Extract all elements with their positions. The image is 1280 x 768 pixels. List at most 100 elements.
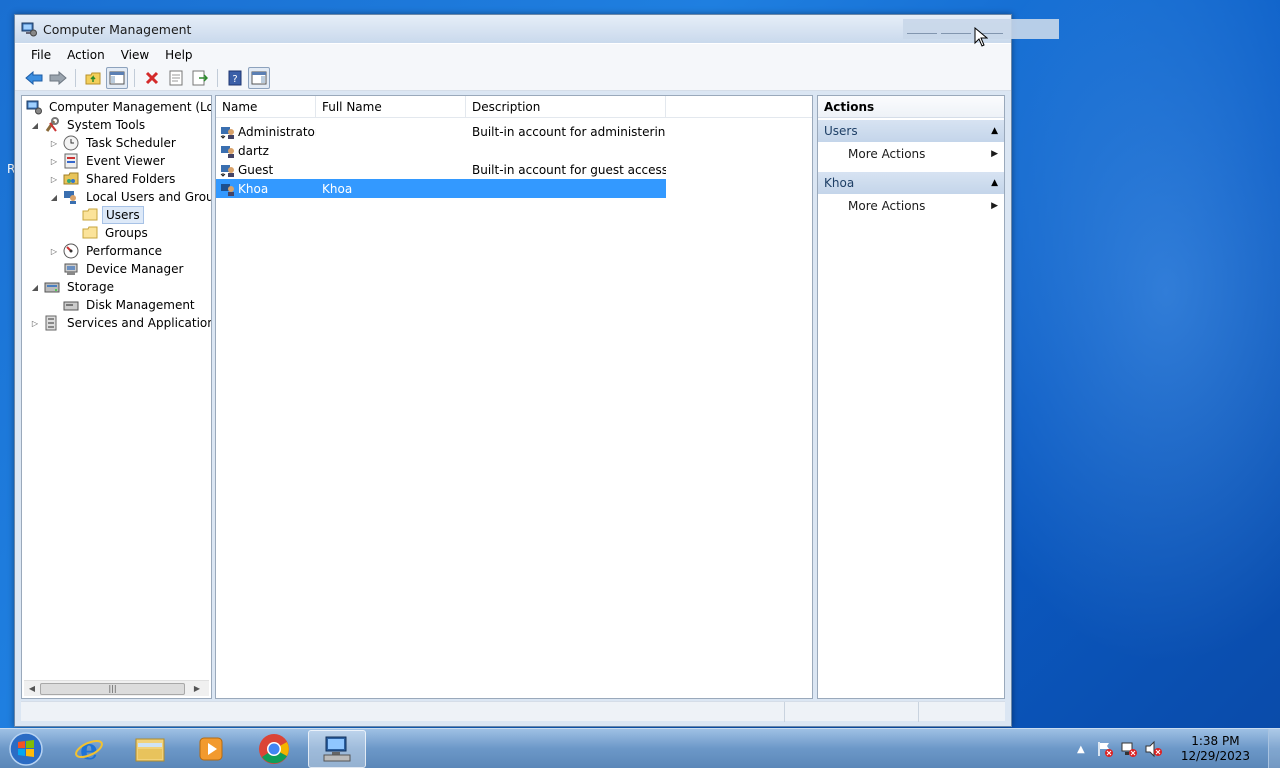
- tree-item-services-and-applications[interactable]: ▷ Services and Applications: [30, 314, 211, 332]
- toolbar-separator: [75, 68, 76, 87]
- expand-arrow-icon[interactable]: ▷: [49, 175, 59, 184]
- network-icon[interactable]: [1119, 739, 1139, 759]
- collapse-arrow-icon[interactable]: ◢: [30, 283, 40, 292]
- storage-icon: [44, 279, 60, 295]
- back-icon: [25, 70, 43, 85]
- menu-file[interactable]: File: [23, 46, 59, 64]
- menu-help[interactable]: Help: [157, 46, 200, 64]
- delete-button[interactable]: [141, 67, 163, 89]
- collapse-arrow-icon[interactable]: ◢: [49, 193, 59, 202]
- user-name: Guest: [238, 162, 274, 177]
- up-one-level-button[interactable]: [82, 67, 104, 89]
- menu-view[interactable]: View: [113, 46, 157, 64]
- show-hide-action-pane-icon: [251, 71, 267, 84]
- expand-arrow-icon[interactable]: ▷: [30, 319, 40, 328]
- horizontal-scrollbar[interactable]: ◀ ||| ▶: [24, 680, 209, 696]
- clock-icon: [63, 135, 79, 151]
- scroll-right-icon[interactable]: ▶: [189, 684, 205, 693]
- help-icon: ?: [228, 70, 242, 85]
- folder-icon: [82, 225, 98, 241]
- scroll-left-icon[interactable]: ◀: [24, 684, 40, 693]
- start-button[interactable]: [6, 731, 46, 767]
- column-header-name[interactable]: Name: [216, 96, 316, 118]
- actions-pane: Actions Users ▲ More Actions ▶ Khoa ▲ Mo…: [817, 95, 1005, 699]
- tree-item-disk-management[interactable]: Disk Management: [63, 296, 198, 314]
- tree-item-device-manager[interactable]: Device Manager: [63, 260, 186, 278]
- show-hide-action-pane-button[interactable]: [248, 66, 270, 89]
- tree-item-shared-folders[interactable]: ▷ Shared Folders: [49, 170, 178, 188]
- device-manager-icon: [63, 261, 79, 277]
- expand-arrow-icon[interactable]: ▷: [49, 247, 59, 256]
- properties-button[interactable]: [165, 67, 187, 89]
- show-hide-console-tree-button[interactable]: [106, 66, 128, 89]
- tree-item-performance[interactable]: ▷ Performance: [49, 242, 165, 260]
- taskbar-windows-explorer[interactable]: [121, 730, 179, 768]
- tree-item-storage[interactable]: ◢ Storage: [30, 278, 117, 296]
- tree-item-local-users-and-groups[interactable]: ◢ Local Users and Groups: [49, 188, 211, 206]
- internet-explorer-icon: e: [75, 734, 103, 764]
- taskbar-computer-management[interactable]: [308, 730, 366, 768]
- list-row-khoa[interactable]: Khoa Khoa: [216, 179, 666, 198]
- clock-date: 12/29/2023: [1180, 749, 1250, 763]
- windows-explorer-icon: [135, 738, 165, 762]
- submenu-arrow-icon: ▶: [991, 149, 998, 159]
- tree-item-groups[interactable]: Groups: [82, 224, 151, 242]
- show-hidden-icons-arrow-icon[interactable]: ▲: [1071, 739, 1091, 759]
- users-list: Name Full Name Description Administrator…: [215, 95, 813, 699]
- collapse-arrow-icon[interactable]: ◢: [30, 121, 40, 130]
- collapse-caret-icon[interactable]: ▲: [991, 178, 998, 188]
- user-name: dartz: [238, 143, 269, 158]
- tree-item-computer-management[interactable]: Computer Management (Local: [26, 98, 212, 116]
- more-actions-khoa[interactable]: More Actions ▶: [818, 194, 1004, 218]
- actions-section-users[interactable]: Users ▲: [818, 120, 1004, 142]
- title-bar[interactable]: Computer Management: [15, 15, 1059, 43]
- toolbar-separator: [134, 68, 135, 87]
- export-list-button[interactable]: [189, 67, 211, 89]
- actions-section-khoa[interactable]: Khoa ▲: [818, 172, 1004, 194]
- help-button[interactable]: ?: [224, 67, 246, 89]
- menu-action[interactable]: Action: [59, 46, 113, 64]
- expand-arrow-icon[interactable]: ▷: [49, 157, 59, 166]
- tree-item-users[interactable]: Users: [82, 206, 144, 224]
- user-icon: [221, 183, 234, 196]
- taskbar-media-player[interactable]: [182, 730, 240, 768]
- column-header-description[interactable]: Description: [466, 96, 666, 118]
- properties-icon: [169, 70, 183, 85]
- column-header-full-name[interactable]: Full Name: [316, 96, 466, 118]
- show-desktop-button[interactable]: [1268, 729, 1280, 768]
- tree-item-task-scheduler[interactable]: ▷ Task Scheduler: [49, 134, 179, 152]
- action-center-flag-icon[interactable]: [1095, 739, 1115, 759]
- more-actions-users[interactable]: More Actions ▶: [818, 142, 1004, 166]
- console-tree: Computer Management (Local ◢ System Tool…: [21, 95, 212, 699]
- taskbar-clock[interactable]: 1:38 PM 12/29/2023: [1181, 734, 1250, 764]
- list-row-administrator[interactable]: Administrator Built-in account for admin…: [216, 122, 666, 141]
- list-row-guest[interactable]: Guest Built-in account for guest access …: [216, 160, 666, 179]
- expand-arrow-icon[interactable]: ▷: [49, 139, 59, 148]
- scrollbar-thumb[interactable]: |||: [40, 682, 185, 695]
- list-row-dartz[interactable]: dartz: [216, 141, 666, 160]
- section-header: Khoa: [824, 176, 855, 190]
- taskbar-internet-explorer[interactable]: e: [60, 730, 118, 768]
- volume-muted-icon[interactable]: [1143, 739, 1163, 759]
- disk-icon: [63, 297, 79, 313]
- collapse-caret-icon[interactable]: ▲: [991, 126, 998, 136]
- forward-button[interactable]: [47, 67, 69, 89]
- up-folder-icon: [85, 72, 101, 84]
- taskbar-chrome[interactable]: [245, 730, 303, 768]
- forward-icon: [49, 70, 67, 85]
- menu-bar: File Action View Help: [15, 43, 1011, 65]
- user-description: Built-in account for guest access t...: [472, 162, 666, 177]
- windows-logo-icon: [9, 732, 43, 766]
- user-icon: [221, 145, 234, 158]
- performance-icon: [63, 243, 79, 259]
- window-title: Computer Management: [43, 21, 192, 37]
- tree-item-event-viewer[interactable]: ▷ Event Viewer: [49, 152, 168, 170]
- tree-item-system-tools[interactable]: ◢ System Tools: [30, 116, 148, 134]
- tree-item-label: Computer Management (Local: [49, 100, 212, 114]
- user-name: Administrator: [238, 124, 316, 139]
- user-full-name: Khoa: [322, 181, 353, 196]
- toolbar: ?: [15, 65, 1011, 91]
- back-button[interactable]: [23, 67, 45, 89]
- computer-management-icon: [323, 736, 351, 762]
- show-hide-tree-icon: [109, 71, 125, 84]
